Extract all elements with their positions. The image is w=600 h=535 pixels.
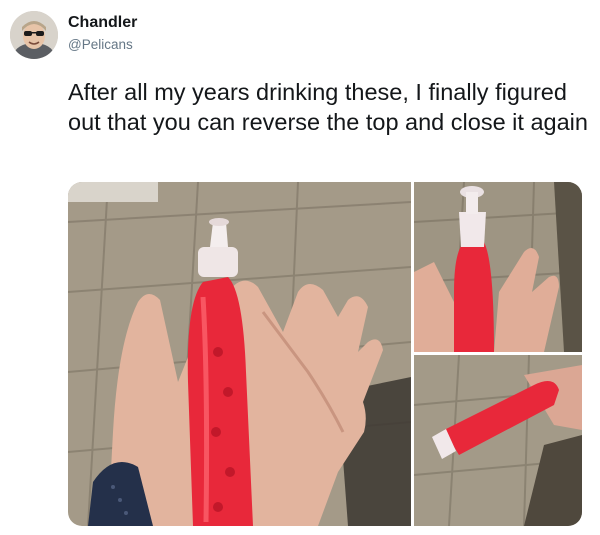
photo-bottom-right[interactable] (414, 355, 582, 526)
photo-main[interactable] (68, 182, 411, 526)
user-handle[interactable]: @Pelicans (68, 37, 133, 52)
tweet-text: After all my years drinking these, I fin… (68, 79, 588, 135)
avatar[interactable] (10, 11, 58, 59)
photo-hand-holding-bottle-sideways-icon (414, 355, 582, 526)
photo-top-right[interactable] (414, 182, 582, 352)
display-name[interactable]: Chandler (68, 14, 137, 32)
media-grid (68, 182, 582, 526)
avatar-photo-icon (10, 11, 58, 59)
photo-hand-holding-bottle-top-up-icon (414, 182, 582, 352)
photo-hand-holding-red-drink-bottle-icon (68, 182, 411, 526)
tweet-card: Chandler @Pelicans After all my years dr… (0, 0, 600, 535)
